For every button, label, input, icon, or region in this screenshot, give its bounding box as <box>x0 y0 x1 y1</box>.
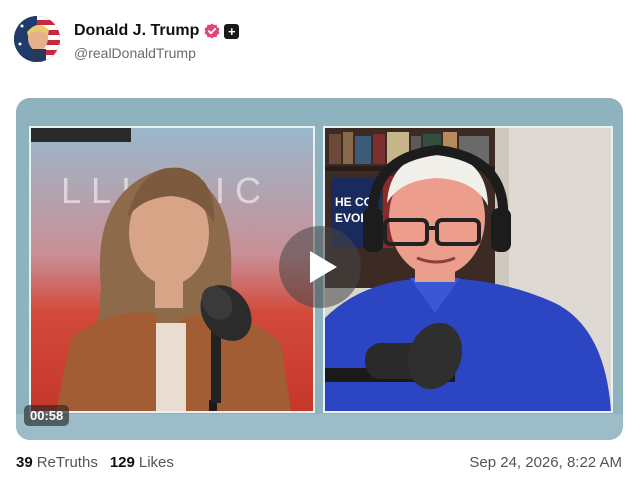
avatar[interactable] <box>14 16 60 62</box>
book-title-line-1: HE CO <box>335 195 373 209</box>
video-panel-right: HE CO EVOLUTIO <box>323 126 613 413</box>
retruths-label: ReTruths <box>36 454 98 471</box>
video-duration: 00:58 <box>24 405 70 426</box>
likes-count: 129 <box>109 454 135 471</box>
plus-badge-icon: + <box>224 23 240 39</box>
play-icon <box>310 251 337 283</box>
verified-badge-icon <box>204 23 220 39</box>
post-timestamp[interactable]: Sep 24, 2026, 8:22 AM <box>469 454 622 471</box>
post-stats: 39 ReTruths 129 Likes <box>16 454 186 471</box>
video-player[interactable]: LLIAMIC <box>16 98 623 440</box>
retruths-stat[interactable]: 39 ReTruths <box>16 454 98 471</box>
media-bottom-strip <box>16 414 623 440</box>
retruths-count: 39 <box>16 454 33 471</box>
author-handle[interactable]: @realDonaldTrump <box>74 45 239 61</box>
likes-stat[interactable]: 129 Likes <box>110 454 174 471</box>
author-name[interactable]: Donald J. Trump <box>74 22 199 40</box>
post-header: Donald J. Trump + @realDonaldTrump <box>14 14 626 64</box>
play-button[interactable] <box>279 226 361 308</box>
likes-label: Likes <box>138 454 174 471</box>
video-panel-left: LLIAMIC <box>29 126 315 413</box>
author-block: Donald J. Trump + @realDonaldTrump <box>74 20 240 61</box>
